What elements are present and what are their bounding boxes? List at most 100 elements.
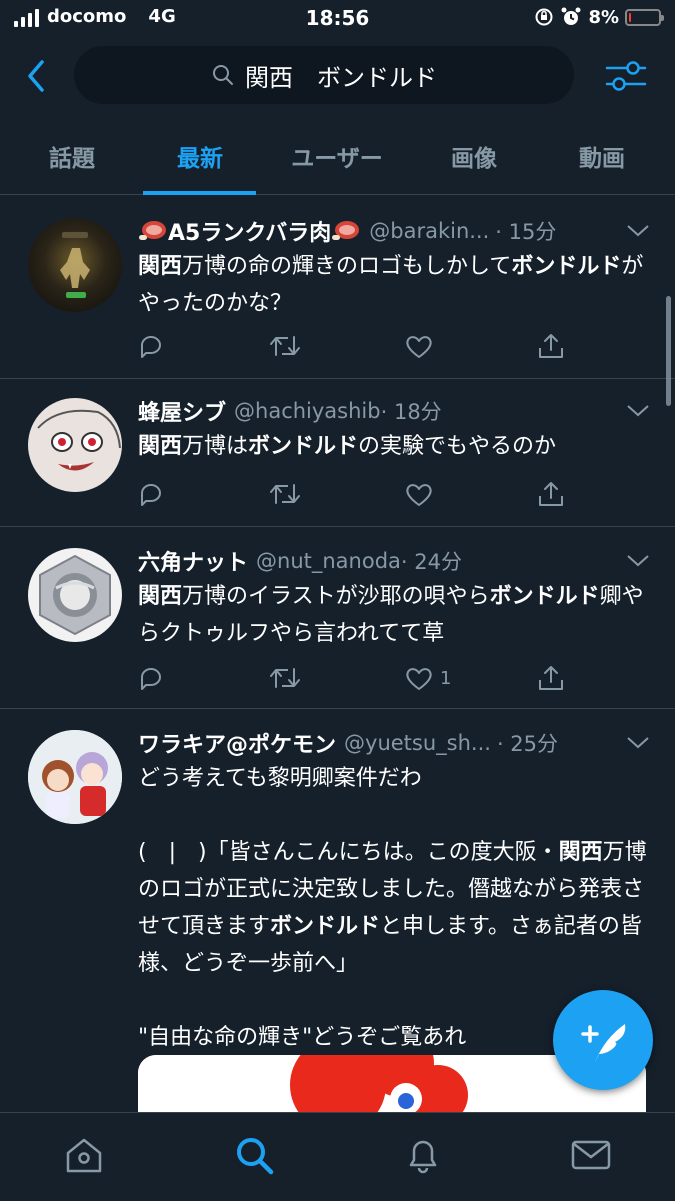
avatar-image	[39, 554, 111, 636]
text-run: ( | )「皆さんこんにちは。この度大阪・	[138, 840, 559, 865]
sliders-icon[interactable]	[605, 56, 647, 96]
display-name[interactable]: A5ランクバラ肉	[168, 215, 331, 247]
timestamp[interactable]: · 25分	[497, 728, 558, 758]
search-highlight: ボンドルド	[489, 584, 600, 609]
search-highlight: 関西	[138, 434, 183, 459]
tweet-text: 関西万博の命の輝きのロゴもしかしてボンドルドがやったのかな？	[138, 248, 650, 322]
heart-icon	[404, 663, 434, 693]
text-run: 万博の命の輝きのロゴもしかして	[182, 254, 512, 279]
reply-button[interactable]	[136, 658, 166, 698]
reply-button[interactable]	[136, 474, 166, 514]
meat-emoji-icon	[139, 221, 166, 240]
tab-trending[interactable]: 話題	[8, 118, 136, 194]
tweet-actions: 1	[136, 658, 576, 698]
search-icon[interactable]	[232, 1133, 276, 1177]
timestamp[interactable]: · 15分	[495, 216, 556, 246]
search-highlight: 関西	[138, 254, 183, 279]
like-count: 1	[440, 667, 452, 689]
reply-button[interactable]	[136, 326, 166, 366]
display-name[interactable]: 六角ナット	[138, 545, 248, 577]
compose-button[interactable]	[553, 990, 653, 1090]
display-name[interactable]: 蜂屋シブ	[138, 395, 226, 427]
retweet-icon	[268, 331, 302, 361]
like-button[interactable]: 1	[404, 658, 451, 698]
tweet-paragraph: どう考えても黎明卿案件だわ	[138, 760, 650, 797]
tweet-header: ワラキア@ポケモン @yuetsu_sh... · 25分	[138, 726, 619, 760]
share-button[interactable]	[536, 658, 566, 698]
battery-icon	[625, 8, 664, 26]
compose-icon	[581, 1024, 626, 1062]
search-icon	[213, 65, 233, 85]
tab-users[interactable]: ユーザー	[264, 118, 410, 194]
handle[interactable]: @barakin...	[369, 219, 489, 243]
reply-icon	[136, 663, 166, 693]
scrollbar[interactable]	[666, 296, 671, 406]
search-query: 関西 ボンドルド	[245, 63, 437, 92]
retweet-button[interactable]	[268, 658, 302, 698]
back-chevron-icon[interactable]	[20, 56, 56, 96]
like-button[interactable]	[404, 474, 434, 514]
retweet-button[interactable]	[268, 326, 302, 366]
share-icon	[536, 663, 566, 693]
heart-icon	[404, 479, 434, 509]
bottom-navigation	[0, 1112, 675, 1201]
heart-icon	[404, 331, 434, 361]
text-run: 万博のイラストが沙耶の唄やら	[182, 584, 490, 609]
status-bar: docomo 4G 18:56 8%	[0, 0, 675, 40]
avatar-image	[60, 232, 90, 298]
battery-percent: 8%	[588, 6, 619, 28]
tweet-text: 関西万博のイラストが沙耶の唄やらボンドルド卿やらクトゥルフやら言われてて草	[138, 578, 650, 652]
tweet-actions	[136, 326, 576, 366]
text-run: "自由な命の輝き"どうぞご覧あれ	[138, 1025, 467, 1050]
reply-icon	[136, 479, 166, 509]
avatar[interactable]	[28, 218, 122, 312]
handle[interactable]: @nut_nanoda	[256, 549, 401, 573]
tweet-header: 蜂屋シブ @hachiyashib · 18分	[138, 394, 619, 428]
search-highlight: 関西	[138, 584, 183, 609]
tab-images[interactable]: 画像	[410, 118, 538, 194]
tweet[interactable]: 六角ナット @nut_nanoda · 24分 関西万博のイラストが沙耶の唄やら…	[0, 526, 675, 709]
display-name[interactable]: ワラキア@ポケモン	[138, 727, 336, 759]
status-right: 8%	[534, 6, 664, 28]
chevron-down-icon[interactable]	[625, 734, 651, 752]
tab-latest[interactable]: 最新	[136, 118, 264, 194]
timestamp[interactable]: · 18分	[381, 396, 442, 426]
tweet-paragraph: ( | )「皆さんこんにちは。この度大阪・関西万博のロゴが正式に決定致しました。…	[138, 834, 650, 982]
reply-icon	[136, 331, 166, 361]
tweet-text: 関西万博はボンドルドの実験でもやるのか	[138, 428, 650, 465]
retweet-icon	[268, 479, 302, 509]
share-icon	[536, 479, 566, 509]
rotation-lock-icon	[535, 8, 553, 26]
avatar[interactable]	[28, 730, 122, 824]
search-header: 関西 ボンドルド	[0, 42, 675, 108]
search-highlight: 関西	[558, 840, 603, 865]
share-button[interactable]	[536, 474, 566, 514]
chevron-down-icon[interactable]	[625, 222, 651, 240]
timestamp[interactable]: · 24分	[401, 546, 462, 576]
tweet[interactable]: A5ランクバラ肉 @barakin... · 15分 関西万博の命の輝きのロゴも…	[0, 196, 675, 379]
mail-icon[interactable]	[569, 1133, 613, 1177]
bell-icon[interactable]	[401, 1133, 445, 1177]
like-button[interactable]	[404, 326, 434, 366]
tab-videos[interactable]: 動画	[538, 118, 666, 194]
handle[interactable]: @hachiyashib	[234, 399, 381, 423]
tweet[interactable]: 蜂屋シブ @hachiyashib · 18分 関西万博はボンドルドの実験でもや…	[0, 378, 675, 527]
battery-fill	[629, 12, 631, 22]
avatar[interactable]	[28, 398, 122, 492]
tweet-actions	[136, 474, 576, 514]
search-tabs: 話題 最新 ユーザー 画像 動画	[0, 118, 675, 195]
tweet-header: A5ランクバラ肉 @barakin... · 15分	[138, 214, 619, 248]
chevron-down-icon[interactable]	[625, 402, 651, 420]
search-highlight: ボンドルド	[511, 254, 622, 279]
search-input[interactable]: 関西 ボンドルド	[74, 46, 574, 104]
search-highlight: ボンドルド	[248, 434, 359, 459]
share-button[interactable]	[536, 326, 566, 366]
retweet-icon	[268, 663, 302, 693]
home-icon[interactable]	[62, 1133, 106, 1177]
retweet-button[interactable]	[268, 474, 302, 514]
share-icon	[536, 331, 566, 361]
chevron-down-icon[interactable]	[625, 552, 651, 570]
avatar[interactable]	[28, 548, 122, 642]
handle[interactable]: @yuetsu_sh...	[344, 731, 491, 755]
avatar-image	[28, 730, 122, 824]
